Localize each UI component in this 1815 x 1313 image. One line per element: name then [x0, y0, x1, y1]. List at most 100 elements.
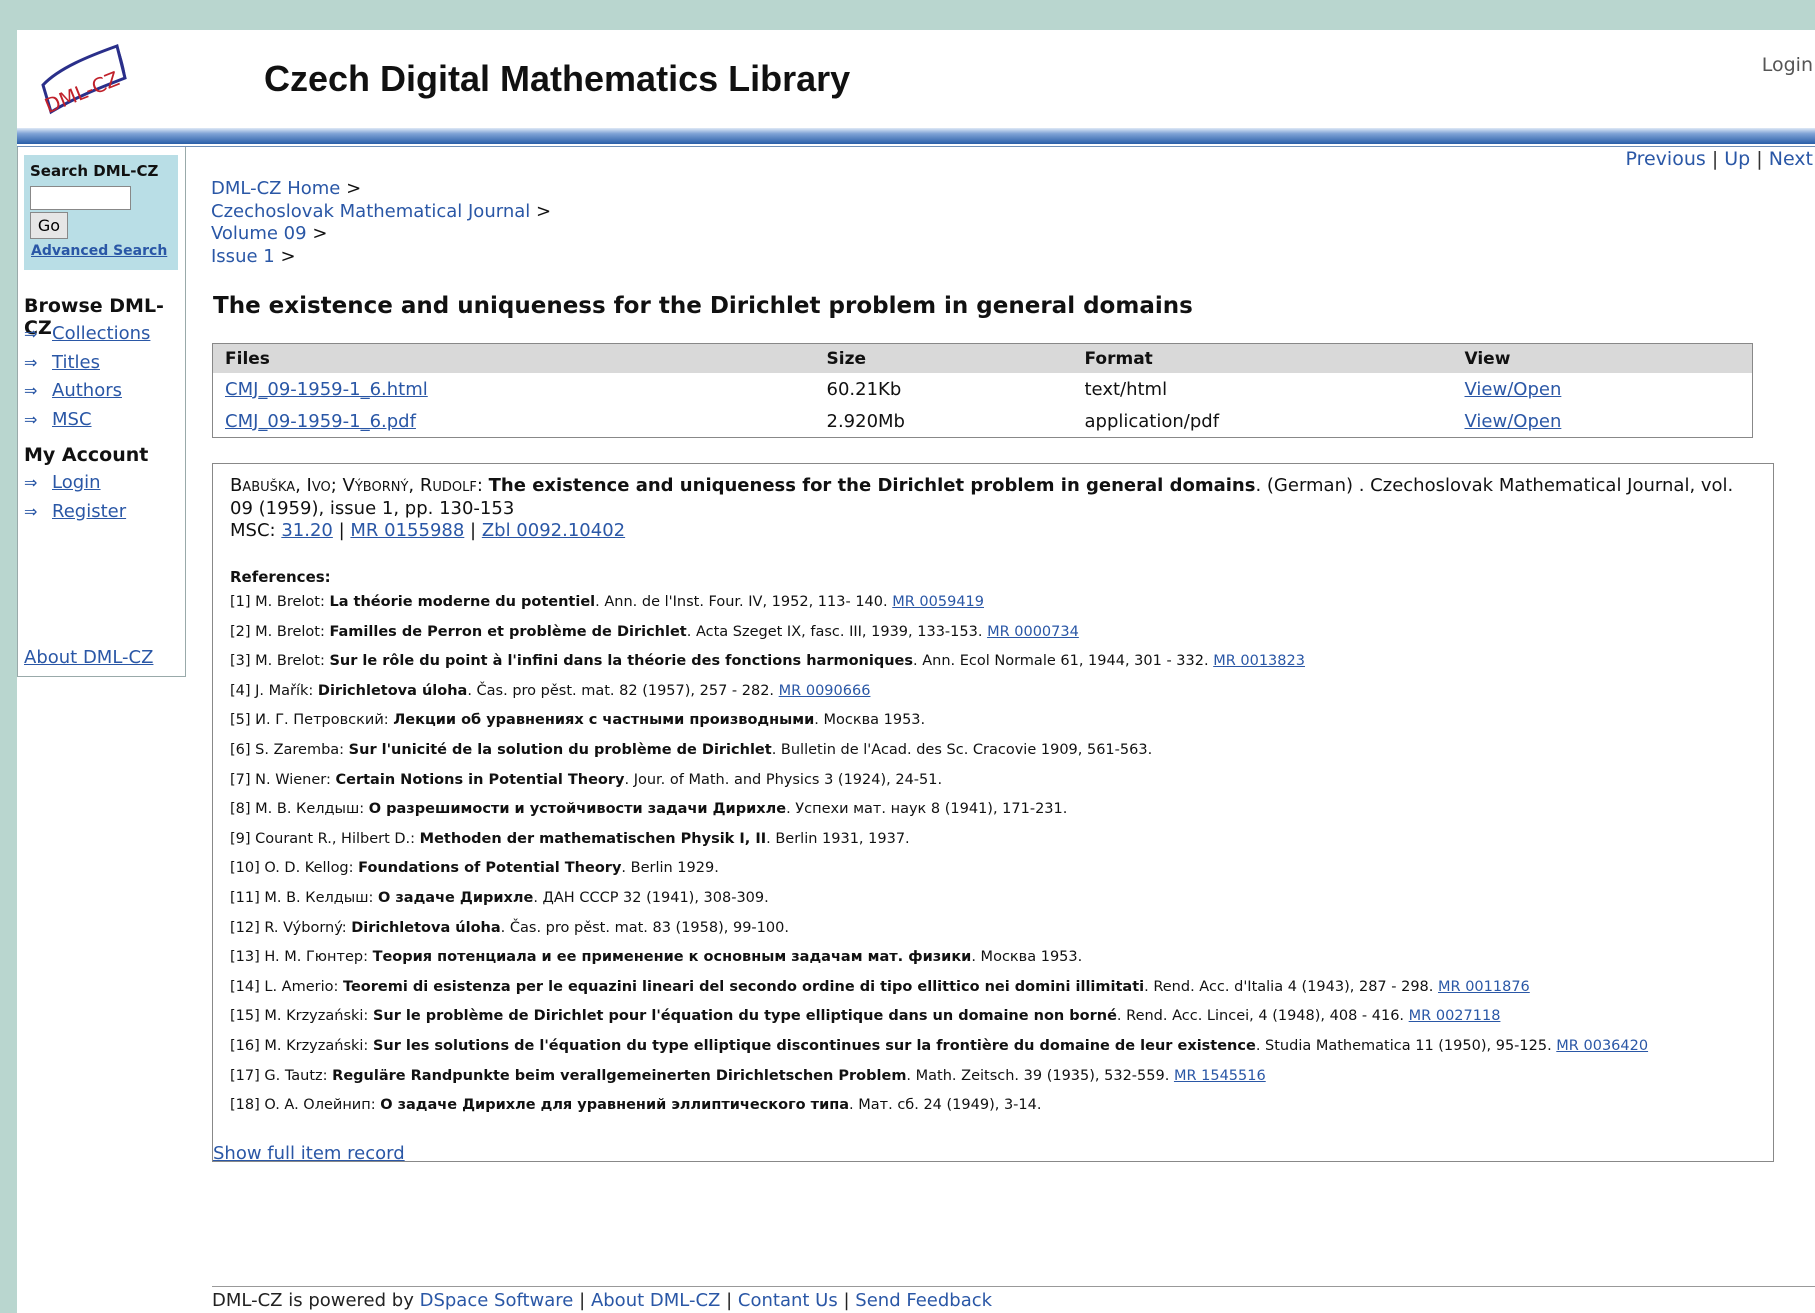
reference-source: . Ann. de l'Inst. Four. IV, 1952, 113- 1… — [595, 594, 893, 610]
login-link[interactable]: Login — [52, 472, 101, 493]
reference-source: . Мат. сб. 24 (1949), 3-14. — [849, 1097, 1042, 1114]
show-full-record-link[interactable]: Show full item record — [213, 1143, 405, 1164]
dspace-link[interactable]: DSpace Software — [420, 1290, 574, 1311]
header-bar — [17, 128, 1815, 144]
reference-source: . Москва 1953. — [971, 949, 1083, 966]
reference-mr-link[interactable]: MR 0013823 — [1213, 653, 1305, 669]
reference-author: [15] M. Krzyzański: — [230, 1008, 373, 1025]
msc-link[interactable]: MSC — [52, 409, 92, 430]
contact-link[interactable]: Contant Us — [738, 1290, 838, 1311]
reference-mr-link[interactable]: MR 0011876 — [1438, 979, 1530, 995]
citation: Babuška, Ivo; Výborný, Rudolf: The exist… — [230, 474, 1760, 520]
reference-author: [9] Courant R., Hilbert D.: — [230, 830, 420, 847]
collections-link[interactable]: Collections — [52, 323, 150, 344]
reference-mr-link[interactable]: MR 0027118 — [1409, 1008, 1501, 1024]
feedback-link[interactable]: Send Feedback — [855, 1290, 992, 1311]
sidebar-item-titles: ⇒ Titles — [24, 352, 150, 381]
breadcrumb-issue[interactable]: Issue 1 — [211, 246, 275, 267]
reference-author: [2] M. Brelot: — [230, 623, 330, 640]
search-input[interactable] — [30, 186, 131, 210]
breadcrumb: DML-CZ Home > Czechoslovak Mathematical … — [211, 178, 551, 268]
double-arrow-right-icon: ⇒ — [24, 473, 38, 492]
breadcrumb-home[interactable]: DML-CZ Home — [211, 178, 340, 199]
reference-source: . Studia Mathematica 11 (1950), 95-125. — [1255, 1037, 1557, 1054]
about-link[interactable]: About DML-CZ — [24, 647, 153, 668]
breadcrumb-separator: > — [346, 178, 362, 199]
files-table: Files Size Format View CMJ_09-1959-1_6.h… — [212, 343, 1753, 438]
reference-source: . Bulletin de l'Acad. des Sc. Cracovie 1… — [771, 741, 1153, 758]
reference-title: Certain Notions in Potential Theory — [335, 771, 625, 788]
file-size: 60.21Kb — [826, 378, 902, 400]
size-column-header: Size — [814, 343, 1073, 373]
reference-item: [8] M. B. Келдыш: О разрешимости и устой… — [230, 801, 1648, 831]
breadcrumb-volume[interactable]: Volume 09 — [211, 223, 307, 244]
next-link[interactable]: Next — [1769, 148, 1813, 170]
citation-authors: Babuška, Ivo; Výborný, Rudolf: — [230, 475, 483, 496]
footer: DML-CZ is powered by DSpace Software | A… — [212, 1290, 992, 1311]
reference-source: . Jour. of Math. and Physics 3 (1924), 2… — [624, 771, 943, 788]
reference-mr-link[interactable]: MR 1545516 — [1174, 1068, 1266, 1084]
msc-code-link[interactable]: 31.20 — [281, 520, 333, 541]
reference-mr-link[interactable]: MR 0090666 — [779, 683, 871, 699]
sidebar-item-collections: ⇒ Collections — [24, 323, 150, 352]
up-link[interactable]: Up — [1724, 148, 1750, 170]
reference-item: [11] M. B. Келдыш: О задаче Дирихле. ДАН… — [230, 890, 1648, 920]
double-arrow-right-icon: ⇒ — [24, 409, 38, 429]
mr-link[interactable]: MR 0155988 — [350, 520, 464, 541]
my-account-heading: My Account — [24, 444, 149, 466]
double-arrow-right-icon: ⇒ — [24, 381, 38, 400]
reference-title: Dirichletova úloha — [317, 682, 468, 699]
reference-source: . Успехи мат. наук 8 (1941), 171-231. — [786, 801, 1068, 818]
format-column-header: Format — [1072, 343, 1453, 373]
reference-title: О разрешимости и устойчивости задачи Дир… — [368, 801, 787, 818]
reference-source: . Berlin 1931, 1937. — [766, 830, 910, 847]
titles-link[interactable]: Titles — [52, 352, 100, 373]
view-open-link[interactable]: View/Open — [1465, 411, 1562, 432]
search-title: Search DML-CZ — [30, 162, 159, 180]
reference-item: [13] H. M. Гюнтер: Теория потенциала и е… — [230, 949, 1648, 979]
references-label: References: — [230, 568, 331, 586]
dml-cz-logo[interactable]: DML-CZ — [29, 38, 154, 123]
reference-item: [6] S. Zaremba: Sur l'unicité de la solu… — [230, 742, 1648, 772]
reference-item: [16] M. Krzyzański: Sur les solutions de… — [230, 1038, 1648, 1068]
go-button[interactable]: Go — [30, 212, 68, 239]
reference-title: Familles de Perron et problème de Dirich… — [329, 623, 687, 640]
reference-source: . Berlin 1929. — [621, 860, 719, 877]
advanced-search-link[interactable]: Advanced Search — [31, 243, 167, 259]
msc-label: MSC: — [230, 520, 276, 541]
sidebar: Search DML-CZ Go Advanced Search Browse … — [17, 147, 186, 677]
reference-mr-link[interactable]: MR 0000734 — [987, 624, 1079, 640]
table-row: CMJ_09-1959-1_6.html 60.21Kb text/html V… — [213, 373, 1753, 405]
zbl-link[interactable]: Zbl 0092.10402 — [482, 520, 625, 541]
table-row: CMJ_09-1959-1_6.pdf 2.920Mb application/… — [213, 405, 1753, 438]
citation-title: The existence and uniqueness for the Dir… — [488, 475, 1256, 496]
reference-mr-link[interactable]: MR 0059419 — [892, 594, 984, 610]
reference-item: [9] Courant R., Hilbert D.: Methoden der… — [230, 831, 1648, 861]
reference-item: [18] O. A. Олейнип: О задаче Дирихле для… — [230, 1097, 1648, 1127]
reference-author: [10] O. D. Kellog: — [230, 860, 359, 877]
reference-author: [16] M. Krzyzański: — [230, 1037, 373, 1054]
breadcrumb-journal[interactable]: Czechoslovak Mathematical Journal — [211, 201, 530, 222]
reference-title: Teoremi di esistenza per le equazini lin… — [343, 978, 1145, 995]
nav-separator: | — [1711, 148, 1719, 170]
register-link[interactable]: Register — [52, 501, 126, 522]
footer-about-link[interactable]: About DML-CZ — [591, 1290, 720, 1311]
view-open-link[interactable]: View/Open — [1465, 379, 1562, 400]
authors-link[interactable]: Authors — [52, 380, 122, 401]
account-list: ⇒ Login ⇒ Register — [24, 472, 126, 529]
file-link[interactable]: CMJ_09-1959-1_6.html — [225, 379, 428, 400]
file-link[interactable]: CMJ_09-1959-1_6.pdf — [225, 411, 416, 432]
reference-item: [7] N. Wiener: Certain Notions in Potent… — [230, 772, 1648, 802]
reference-item: [1] M. Brelot: La théorie moderne du pot… — [230, 594, 1648, 624]
files-column-header: Files — [212, 343, 815, 373]
reference-item: [14] L. Amerio: Teoremi di esistenza per… — [230, 979, 1648, 1009]
page: DML-CZ Czech Digital Mathematics Library… — [17, 30, 1815, 1313]
previous-link[interactable]: Previous — [1625, 148, 1705, 170]
reference-author: [11] M. B. Келдыш: — [230, 889, 378, 906]
reference-title: Теория потенциала и ее применение к осно… — [372, 949, 972, 966]
page-title: The existence and uniqueness for the Dir… — [213, 293, 1193, 319]
reference-mr-link[interactable]: MR 0036420 — [1556, 1038, 1648, 1054]
header-login-link[interactable]: Login — [1762, 54, 1813, 76]
breadcrumb-separator: > — [536, 200, 552, 222]
file-format: text/html — [1084, 378, 1168, 400]
